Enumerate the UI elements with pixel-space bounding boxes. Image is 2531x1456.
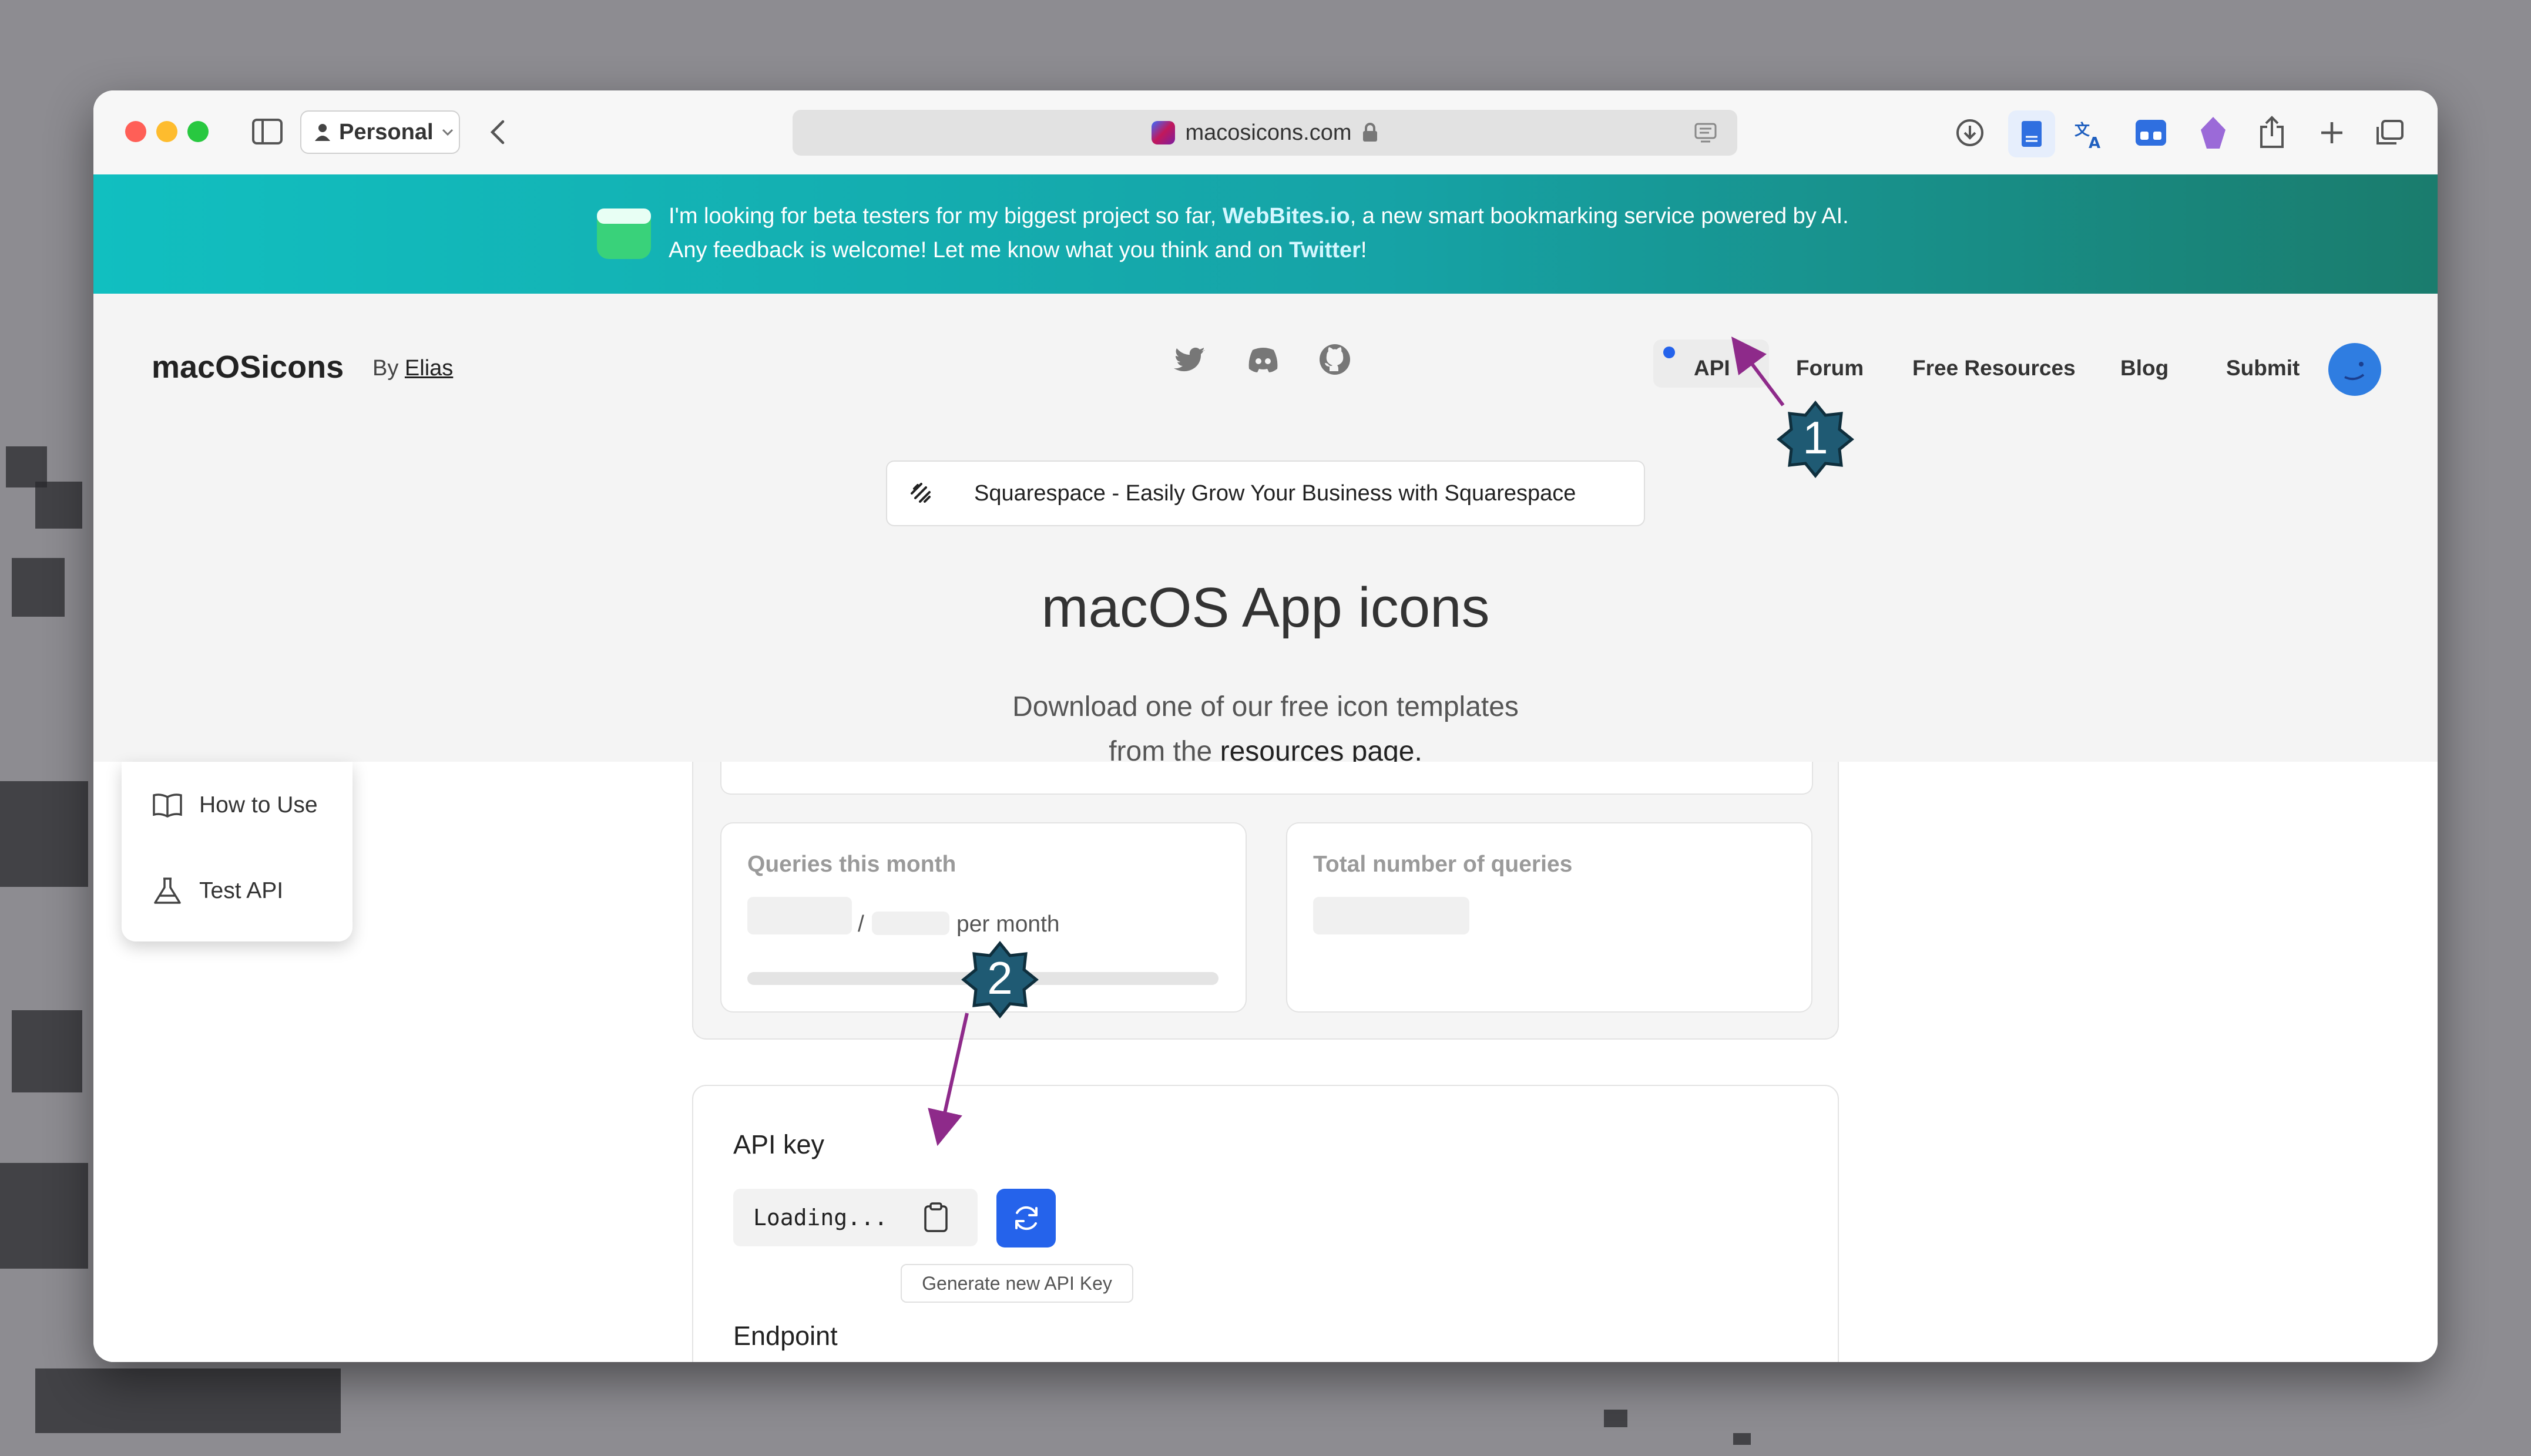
profile-label: Personal	[339, 119, 434, 144]
profile-selector[interactable]: Personal	[300, 110, 460, 154]
queries-month-label: Queries this month	[747, 852, 956, 877]
site-favicon-icon	[1151, 121, 1175, 144]
api-key-title: API key	[733, 1129, 825, 1159]
twitter-icon[interactable]	[1173, 342, 1209, 377]
back-icon[interactable]	[486, 117, 509, 147]
chevron-down-icon	[442, 129, 453, 136]
api-key-card: API key Loading... Generate new API Key …	[692, 1085, 1839, 1362]
page-title: macOS App icons	[1041, 576, 1490, 639]
usage-strip	[720, 762, 1813, 795]
translate-icon[interactable]: 文A	[2073, 117, 2106, 150]
book-icon	[153, 793, 182, 818]
discord-icon[interactable]	[1246, 342, 1281, 377]
browser-window: Personal macosicons.com 文A I'm looking f…	[93, 90, 2438, 1362]
sidebar-item-test-api[interactable]: Test API	[152, 877, 283, 905]
clipboard-icon[interactable]	[920, 1202, 952, 1233]
squarespace-logo-icon	[911, 483, 931, 503]
zoom-window-button[interactable]	[187, 121, 209, 142]
lock-icon	[1363, 123, 1378, 142]
regenerate-tooltip: Generate new API Key	[901, 1264, 1133, 1303]
usage-panel: Queries this month / per month Total num…	[692, 762, 1839, 1040]
nav-blog[interactable]: Blog	[2120, 356, 2169, 381]
reader-mode-icon[interactable]	[1694, 121, 1717, 144]
endpoint-title: Endpoint	[733, 1321, 838, 1351]
byline: By Elias	[372, 356, 454, 381]
address-bar[interactable]: macosicons.com	[793, 110, 1737, 156]
sidebar-item-how-to-use[interactable]: How to Use	[152, 792, 318, 818]
docs-sidebar: How to Use Test API	[122, 762, 353, 941]
notes-extension-icon[interactable]	[2008, 110, 2055, 157]
ad-text: Squarespace - Easily Grow Your Business …	[974, 480, 1576, 506]
total-queries-card: Total number of queries	[1286, 822, 1812, 1013]
nav-api[interactable]: API	[1694, 356, 1730, 381]
api-key-field[interactable]: Loading...	[733, 1189, 978, 1246]
queries-used-placeholder	[747, 897, 852, 934]
sidebar-toggle-icon[interactable]	[251, 117, 284, 146]
new-tab-icon[interactable]	[2318, 119, 2346, 147]
svg-text:文: 文	[2075, 121, 2090, 139]
queries-limit-placeholder	[872, 912, 949, 935]
downloads-icon[interactable]	[1955, 117, 1985, 148]
nav-forum[interactable]: Forum	[1796, 356, 1864, 381]
github-icon[interactable]	[1317, 342, 1352, 377]
banner-line-1: I'm looking for beta testers for my bigg…	[669, 204, 1849, 228]
smiley-icon	[2344, 362, 2365, 381]
webbites-link[interactable]: WebBites.io	[1223, 204, 1350, 228]
new-indicator-dot	[1663, 347, 1675, 358]
banner-line-2: Any feedback is welcome! Let me know wha…	[669, 238, 1367, 263]
url-text: macosicons.com	[1185, 120, 1352, 145]
minimize-window-button[interactable]	[156, 121, 177, 142]
twitter-link[interactable]: Twitter	[1289, 238, 1361, 263]
total-queries-placeholder	[1313, 897, 1469, 934]
page-subtitle: Download one of our free icon templates …	[1012, 691, 1519, 767]
refresh-icon	[1015, 1206, 1038, 1230]
user-avatar[interactable]	[2328, 343, 2381, 396]
tab-overview-icon[interactable]	[2373, 117, 2406, 148]
per-month-label: per month	[956, 912, 1060, 937]
sponsor-ad[interactable]: Squarespace - Easily Grow Your Business …	[886, 460, 1645, 526]
close-window-button[interactable]	[125, 121, 146, 142]
browser-toolbar: Personal macosicons.com 文A	[93, 90, 2438, 174]
api-dashboard: How to Use Test API Queries this month /…	[93, 762, 2438, 1362]
annotation-label-2: 2	[987, 952, 1013, 1004]
nav-submit[interactable]: Submit	[2226, 356, 2300, 381]
svg-text:A: A	[2089, 134, 2100, 149]
nav-free-resources[interactable]: Free Resources	[1912, 356, 2076, 381]
webbites-logo-icon	[597, 209, 651, 259]
author-link[interactable]: Elias	[405, 356, 453, 381]
extension-icon[interactable]	[2133, 116, 2169, 149]
annotation-label-1: 1	[1802, 412, 1828, 463]
site-brand[interactable]: macOSicons	[152, 349, 344, 385]
total-queries-label: Total number of queries	[1313, 852, 1573, 877]
flask-icon	[154, 877, 181, 904]
api-key-value: Loading...	[753, 1205, 888, 1230]
queries-separator: /	[858, 912, 864, 937]
crystal-extension-icon[interactable]	[2197, 115, 2230, 150]
regenerate-api-key-button[interactable]	[996, 1189, 1056, 1247]
person-icon	[315, 124, 330, 141]
beta-banner: I'm looking for beta testers for my bigg…	[93, 174, 2438, 294]
share-icon[interactable]	[2257, 114, 2287, 150]
